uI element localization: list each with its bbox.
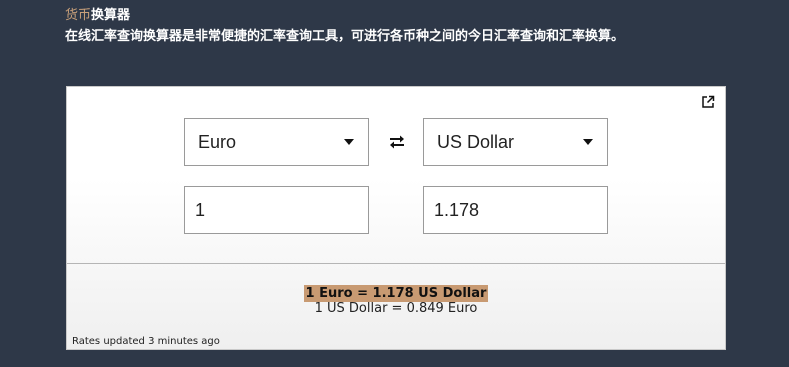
swap-arrows-icon[interactable] (387, 134, 407, 150)
rates-updated-text: Rates updated 3 minutes ago (72, 336, 220, 347)
to-currency-select[interactable]: US Dollar (423, 118, 608, 166)
page-subtitle: 在线汇率查询换算器是非常便捷的汇率查询工具，可进行各币种之间的今日汇率查询和汇率… (65, 29, 625, 44)
to-amount-input[interactable]: 1.178 (423, 186, 608, 234)
title-converter: 换算器 (91, 8, 131, 23)
from-currency-value: Euro (198, 132, 237, 152)
divider (67, 263, 725, 264)
chevron-down-icon (583, 139, 593, 145)
result-main-text: 1 Euro = 1.178 US Dollar (303, 285, 489, 302)
from-amount-input[interactable]: 1 (184, 186, 369, 234)
result-main: 1 Euro = 1.178 US Dollar (67, 282, 725, 302)
from-currency-select[interactable]: Euro (184, 118, 369, 166)
to-currency-value: US Dollar (437, 132, 515, 152)
page-title: 货币换算器 (65, 7, 765, 25)
chevron-down-icon (344, 139, 354, 145)
breadcrumb-currency[interactable]: 货币 (65, 8, 91, 23)
currency-converter-widget: Euro US Dollar 1 1.178 1 Euro = 1.178 US… (66, 86, 726, 350)
result-inverse: 1 US Dollar = 0.849 Euro (314, 301, 478, 316)
external-link-icon[interactable] (701, 95, 715, 109)
page-header: 货币换算器 在线汇率查询换算器是非常便捷的汇率查询工具，可进行各币种之间的今日汇… (65, 7, 765, 47)
